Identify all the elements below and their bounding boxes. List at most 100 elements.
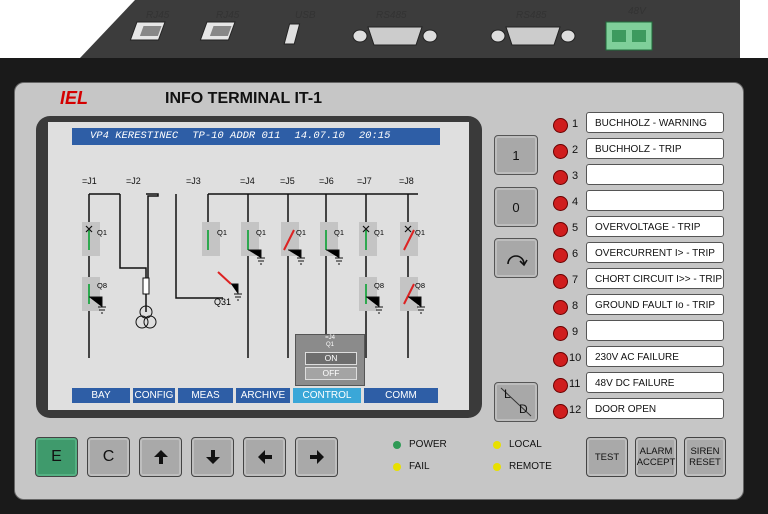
alarm-label-2: BUCHHOLZ - TRIP — [586, 138, 724, 159]
alarm-led-9 — [553, 326, 568, 341]
switch-j3-q31 — [217, 271, 232, 285]
alarm-num-11: 11 — [569, 378, 581, 390]
alarm-led-11 — [553, 378, 568, 393]
cancel-button[interactable]: C — [87, 437, 130, 477]
rotate-button[interactable] — [494, 238, 538, 278]
arrow-left-icon — [257, 450, 272, 464]
alarm-label-9 — [586, 320, 724, 341]
label-j5-q1: Q1 — [296, 228, 307, 237]
arrow-down-button[interactable] — [191, 437, 234, 477]
alarm-accept-line-2: ACCEPT — [636, 457, 676, 468]
rj45-port-1 — [129, 21, 166, 41]
diagonal-divider-icon — [500, 387, 532, 417]
arrow-down-icon — [205, 450, 220, 464]
alarm-led-1 — [553, 118, 568, 133]
popup-on-button[interactable]: ON — [305, 352, 357, 365]
tab-config[interactable]: CONFIG — [133, 388, 175, 403]
alarm-label-11: 48V DC FAILURE — [586, 372, 724, 393]
label-j6-q1: Q1 — [334, 228, 345, 237]
alarm-label-6: OVERCURRENT I> - TRIP — [586, 242, 724, 263]
tab-archive[interactable]: ARCHIVE — [236, 388, 290, 403]
alarm-num-9: 9 — [572, 326, 579, 338]
arrow-up-button[interactable] — [139, 437, 182, 477]
remote-indicator — [493, 463, 501, 471]
alarm-led-4 — [553, 196, 568, 211]
feeder-j2 — [119, 194, 147, 282]
rotate-arrow-icon — [507, 255, 528, 267]
control-popup: =J4 Q1 ON OFF — [295, 334, 365, 386]
alarm-label-8: GROUND FAULT Io - TRIP — [586, 294, 724, 315]
alarm-accept-line-1: ALARM — [639, 446, 673, 457]
close-button-1[interactable]: 1 — [494, 135, 538, 175]
label-j8-q8: Q8 — [415, 281, 426, 290]
enter-button[interactable]: E — [35, 437, 78, 477]
popup-off-button[interactable]: OFF — [305, 367, 357, 380]
label-j4-q1: Q1 — [256, 228, 267, 237]
local-remote-button[interactable]: L D — [494, 382, 538, 422]
alarm-num-12: 12 — [569, 404, 582, 416]
port-label-rj45-1: RJ45 — [146, 10, 170, 21]
ground-j3 — [231, 283, 242, 301]
alarm-led-2 — [553, 144, 568, 159]
alarm-num-10: 10 — [569, 352, 582, 364]
port-label-rs485-1: RS485 — [376, 10, 407, 21]
power-label: POWER — [409, 439, 447, 450]
rj45-port-2 — [199, 21, 236, 41]
alarm-led-3 — [553, 170, 568, 185]
alarm-led-10 — [553, 352, 568, 367]
alarm-label-4 — [586, 190, 724, 211]
alarm-accept-button[interactable]: ALARM ACCEPT — [635, 437, 677, 477]
port-label-rs485-2: RS485 — [516, 10, 547, 21]
local-label: LOCAL — [509, 439, 542, 450]
alarm-num-6: 6 — [572, 248, 579, 260]
alarm-led-5 — [553, 222, 568, 237]
alarm-num-8: 8 — [572, 300, 579, 312]
alarm-label-3 — [586, 164, 724, 185]
arrow-right-icon — [309, 450, 324, 464]
alarm-label-5: OVERVOLTAGE - TRIP — [586, 216, 724, 237]
label-j7-q8: Q8 — [374, 281, 385, 290]
alarm-num-5: 5 — [572, 222, 579, 234]
alarm-num-4: 4 — [572, 196, 579, 208]
tab-meas[interactable]: MEAS — [178, 388, 233, 403]
tab-control[interactable]: CONTROL — [293, 388, 361, 403]
alarm-num-3: 3 — [572, 170, 579, 182]
arrow-right-button[interactable] — [295, 437, 338, 477]
alarm-num-7: 7 — [572, 274, 579, 286]
popup-bay: =J4 — [325, 335, 335, 341]
port-label-48v: 48V — [628, 6, 647, 17]
power-indicator — [393, 441, 401, 449]
arrow-up-icon — [153, 450, 168, 464]
port-label-rj45-2: RJ45 — [216, 10, 240, 21]
label-j8-q1: Q1 — [415, 228, 426, 237]
label-j3-q31: Q31 — [214, 297, 232, 307]
alarm-label-12: DOOR OPEN — [586, 398, 724, 419]
tab-comm[interactable]: COMM — [364, 388, 438, 403]
brand-logo: IEL — [60, 88, 89, 108]
local-d-label: D — [519, 402, 528, 416]
alarm-led-12 — [553, 404, 568, 419]
label-j1-q8: Q8 — [97, 281, 108, 290]
alarm-label-10: 230V AC FAILURE — [586, 346, 724, 367]
alarm-label-1: BUCHHOLZ - WARNING — [586, 112, 724, 133]
local-indicator — [493, 441, 501, 449]
tab-bay[interactable]: BAY — [72, 388, 130, 403]
single-line-diagram — [82, 193, 425, 358]
fail-indicator — [393, 463, 401, 471]
label-j7-q1: Q1 — [374, 228, 385, 237]
siren-reset-button[interactable]: SIREN RESET — [684, 437, 726, 477]
siren-reset-line-1: SIREN — [690, 446, 720, 457]
device-title: INFO TERMINAL IT-1 — [165, 90, 323, 107]
local-l-label: L — [504, 387, 511, 401]
remote-label: REMOTE — [509, 461, 552, 472]
alarm-led-6 — [553, 248, 568, 263]
arrow-left-button[interactable] — [243, 437, 286, 477]
alarm-led-8 — [553, 300, 568, 315]
siren-reset-line-2: RESET — [689, 457, 721, 468]
label-j1-q1: Q1 — [97, 228, 108, 237]
label-j3-q1: Q1 — [217, 228, 228, 237]
open-button-0[interactable]: 0 — [494, 187, 538, 227]
test-button[interactable]: TEST — [586, 437, 628, 477]
alarm-num-2: 2 — [572, 144, 579, 156]
port-label-usb: USB — [295, 10, 316, 21]
